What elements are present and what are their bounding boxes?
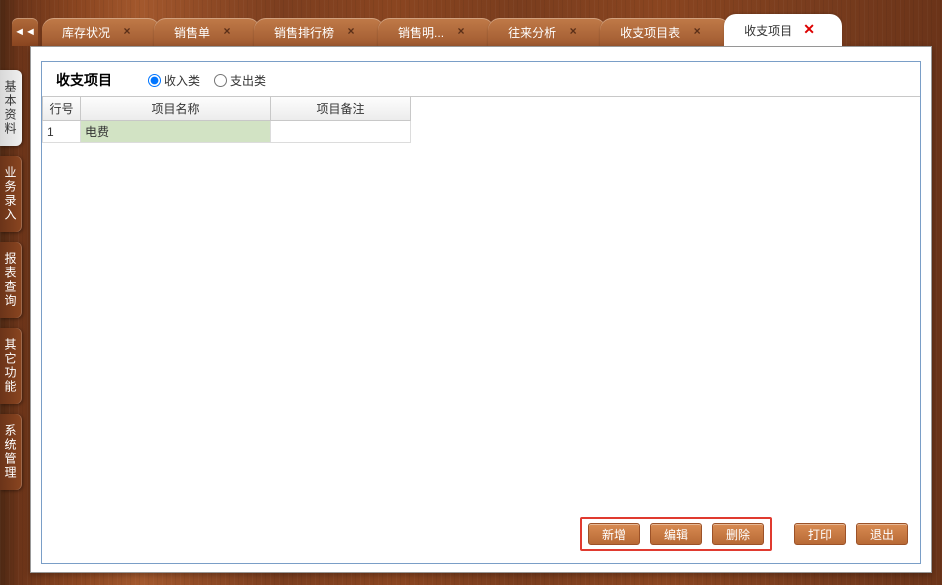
- close-icon[interactable]: ×: [454, 25, 468, 39]
- rail-label: 基本资料: [3, 80, 17, 136]
- print-button[interactable]: 打印: [794, 523, 846, 545]
- tab-income-expense-item[interactable]: 收支项目 ✕: [724, 14, 842, 46]
- cell-name[interactable]: 电费: [81, 121, 271, 143]
- tab-label: 收支项目表: [620, 24, 680, 41]
- button-bar: 新增 编辑 删除 打印 退出: [580, 517, 908, 551]
- tab-income-expense-table[interactable]: 收支项目表 ×: [600, 18, 730, 46]
- tab-sales-ranking[interactable]: 销售排行榜 ×: [254, 18, 384, 46]
- close-icon[interactable]: ✕: [802, 23, 816, 37]
- tab-label: 销售单: [174, 24, 210, 41]
- rail-label: 业务录入: [3, 166, 17, 222]
- tab-label: 库存状况: [62, 24, 110, 41]
- col-name[interactable]: 项目名称: [81, 97, 271, 121]
- col-row[interactable]: 行号: [43, 97, 81, 121]
- rail-system-management[interactable]: 系统管理: [0, 414, 22, 490]
- tab-label: 收支项目: [744, 22, 792, 39]
- panel-title: 收支项目: [56, 70, 112, 90]
- delete-button[interactable]: 删除: [712, 523, 764, 545]
- cell-remark[interactable]: [271, 121, 411, 143]
- add-button[interactable]: 新增: [588, 523, 640, 545]
- tab-transaction-analysis[interactable]: 往来分析 ×: [488, 18, 606, 46]
- panel-header: 收支项目 收入类 支出类: [42, 62, 920, 96]
- radio-income[interactable]: 收入类: [148, 72, 200, 89]
- radio-income-input[interactable]: [148, 74, 161, 87]
- tab-label: 销售明...: [398, 24, 444, 41]
- crud-highlight: 新增 编辑 删除: [580, 517, 772, 551]
- chevron-left-icon: ◄◄: [14, 26, 36, 38]
- table-row[interactable]: 1 电费: [43, 121, 411, 143]
- panel-inner: 收支项目 收入类 支出类 行号 项: [41, 61, 921, 564]
- rail-basic-data[interactable]: 基本资料: [0, 70, 22, 146]
- radio-expense-label: 支出类: [230, 72, 266, 89]
- rail-label: 报表查询: [3, 252, 17, 308]
- rail-other-functions[interactable]: 其它功能: [0, 328, 22, 404]
- close-icon[interactable]: ×: [690, 25, 704, 39]
- exit-button[interactable]: 退出: [856, 523, 908, 545]
- close-icon[interactable]: ×: [566, 25, 580, 39]
- type-radio-group: 收入类 支出类: [148, 72, 266, 89]
- side-rail: 基本资料 业务录入 报表查询 其它功能 系统管理: [0, 60, 22, 585]
- edit-button[interactable]: 编辑: [650, 523, 702, 545]
- cell-row: 1: [43, 121, 81, 143]
- rail-business-entry[interactable]: 业务录入: [0, 156, 22, 232]
- tab-label: 往来分析: [508, 24, 556, 41]
- close-icon[interactable]: ×: [120, 25, 134, 39]
- close-icon[interactable]: ×: [344, 25, 358, 39]
- tab-scroll-left[interactable]: ◄◄: [12, 18, 38, 46]
- radio-expense-input[interactable]: [214, 74, 227, 87]
- radio-income-label: 收入类: [164, 72, 200, 89]
- grid-header-row: 行号 项目名称 项目备注: [43, 97, 411, 121]
- tab-sales-detail[interactable]: 销售明... ×: [378, 18, 494, 46]
- tab-label: 销售排行榜: [274, 24, 334, 41]
- close-icon[interactable]: ×: [220, 25, 234, 39]
- col-remark[interactable]: 项目备注: [271, 97, 411, 121]
- tabstrip: ◄◄ 库存状况 × 销售单 × 销售排行榜 × 销售明... × 往来分析 × …: [0, 14, 942, 46]
- rail-label: 系统管理: [3, 424, 17, 480]
- tab-inventory[interactable]: 库存状况 ×: [42, 18, 160, 46]
- rail-label: 其它功能: [3, 338, 17, 394]
- items-grid: 行号 项目名称 项目备注 1 电费: [42, 96, 920, 143]
- rail-report-query[interactable]: 报表查询: [0, 242, 22, 318]
- radio-expense[interactable]: 支出类: [214, 72, 266, 89]
- main-panel: 收支项目 收入类 支出类 行号 项: [30, 46, 932, 573]
- tab-sales-order[interactable]: 销售单 ×: [154, 18, 260, 46]
